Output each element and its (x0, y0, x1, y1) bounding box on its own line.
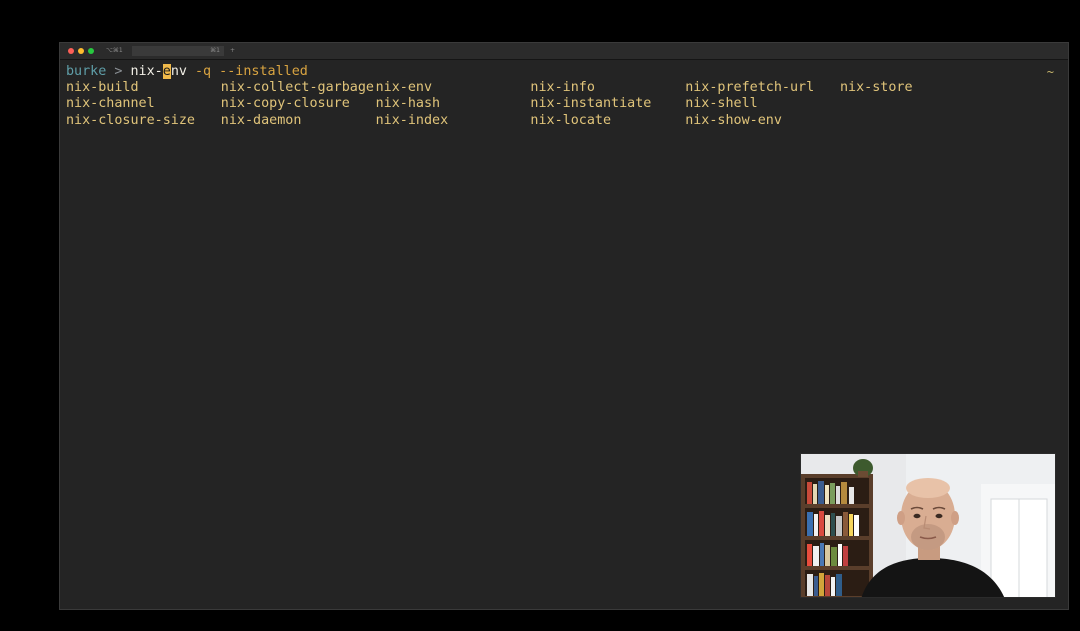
completion-item[interactable]: nix-env (376, 80, 531, 96)
presenter-video-frame (801, 454, 1055, 597)
completion-item[interactable]: nix-info (530, 80, 685, 96)
right-prompt-indicator: ~ (1046, 65, 1054, 79)
completion-item[interactable]: nix-shell (685, 96, 840, 112)
webcam-overlay (800, 453, 1056, 598)
completion-item[interactable]: nix-daemon (221, 113, 376, 129)
command-arguments: -q --installed (186, 64, 308, 79)
tab-2-active[interactable]: ⌘1 (132, 46, 224, 56)
completion-item[interactable]: nix-show-env (685, 113, 840, 129)
completion-item[interactable]: nix-prefetch-url (685, 80, 840, 96)
completion-item[interactable]: nix-store (840, 80, 995, 96)
completion-item[interactable]: nix-locate (530, 113, 685, 129)
completion-item[interactable]: nix-hash (376, 96, 531, 112)
command-line[interactable]: burke > nix-env -q --installed (66, 64, 308, 80)
minimize-window-button[interactable] (78, 48, 84, 54)
prompt-arrow: > (106, 64, 131, 79)
completion-list: nix-build nix-collect-garbage nix-env ni… (66, 80, 995, 129)
completion-item[interactable]: nix-closure-size (66, 113, 221, 129)
completion-item[interactable]: nix-copy-closure (221, 96, 376, 112)
tab-1[interactable]: ⌥⌘1 (102, 46, 130, 56)
new-tab-button[interactable]: + (226, 46, 238, 56)
completion-item-empty (840, 113, 995, 129)
title-bar: ⌥⌘1 ⌘1 + (60, 43, 1068, 60)
command-text-after-cursor: nv (170, 64, 187, 79)
completion-item[interactable]: nix-instantiate (530, 96, 685, 112)
command-text-before-cursor: nix- (130, 64, 163, 79)
close-window-button[interactable] (68, 48, 74, 54)
completion-item-empty (840, 96, 995, 112)
zoom-window-button[interactable] (88, 48, 94, 54)
completion-item[interactable]: nix-index (376, 113, 531, 129)
completion-item[interactable]: nix-build (66, 80, 221, 96)
completion-item[interactable]: nix-channel (66, 96, 221, 112)
text-cursor: e (162, 64, 171, 79)
prompt-user: burke (66, 64, 107, 79)
completion-item[interactable]: nix-collect-garbage (221, 80, 376, 96)
